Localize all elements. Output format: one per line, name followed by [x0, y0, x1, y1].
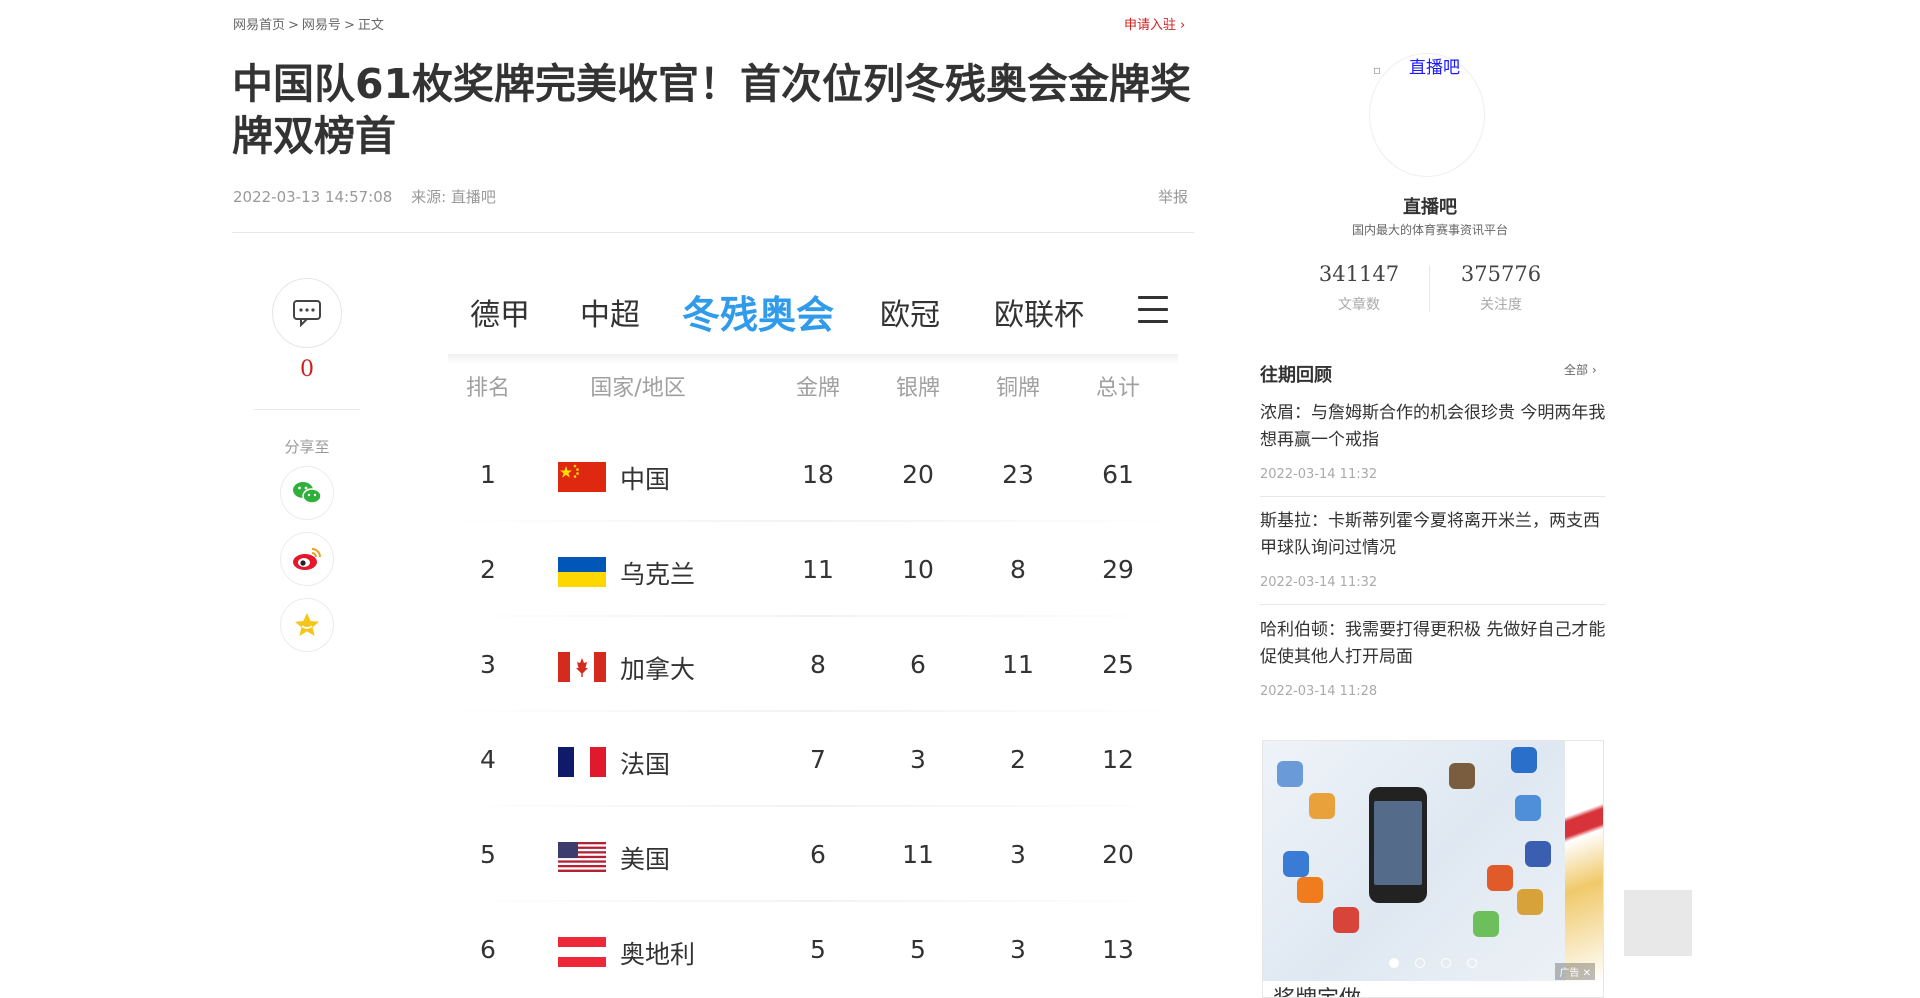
- ad-carousel[interactable]: 广告 ✕ 奖牌定做: [1262, 740, 1604, 998]
- social-divider: [254, 409, 360, 410]
- comment-button[interactable]: [272, 278, 342, 348]
- broken-image-icon: ▫: [1373, 63, 1382, 77]
- china-flag-icon: [558, 462, 606, 492]
- austria-flag-icon: [558, 937, 606, 967]
- avatar[interactable]: ▫ 直播吧: [1369, 49, 1489, 177]
- breadcrumb: 网易首页 > 网易号 > 正文: [233, 18, 384, 33]
- carousel-dot[interactable]: [1389, 958, 1399, 968]
- tab-csl: 中超: [580, 298, 640, 333]
- tab-shadow: [448, 354, 1178, 364]
- share-label: 分享至: [284, 438, 330, 456]
- review-date: 2022-03-14 11:32: [1260, 467, 1378, 482]
- share-favorite-button[interactable]: [280, 598, 334, 652]
- usa-flag-icon: [558, 842, 606, 872]
- share-weibo-button[interactable]: [280, 532, 334, 586]
- profile-name[interactable]: 直播吧: [1300, 193, 1560, 219]
- report-link[interactable]: 举报: [1158, 186, 1188, 207]
- medal-table-header: 排名 国家/地区 金牌 银牌 铜牌 总计: [448, 370, 1178, 414]
- apply-join-link[interactable]: 申请入驻 ›: [1124, 14, 1185, 33]
- past-reviews-all-link[interactable]: 全部 ›: [1564, 361, 1597, 378]
- header-rank: 排名: [465, 376, 510, 401]
- weibo-icon: [293, 548, 321, 570]
- france-flag-icon: [558, 747, 606, 777]
- chevron-right-icon: ›: [1180, 18, 1186, 33]
- past-reviews-title: 往期回顾: [1260, 365, 1332, 386]
- list-item[interactable]: 哈利伯顿：我需要打得更积极 先做好自己才能促使其他人打开局面 2022-03-1…: [1260, 617, 1606, 699]
- ad-caption[interactable]: 奖牌定做: [1273, 981, 1361, 997]
- star-icon: [295, 613, 319, 636]
- tab-fade: [1088, 270, 1128, 350]
- review-title[interactable]: 浓眉：与詹姆斯合作的机会很珍贵 今明两年我想再赢一个戒指: [1260, 400, 1606, 454]
- review-date: 2022-03-14 11:32: [1260, 575, 1378, 590]
- stat-followers: 375776 关注度: [1460, 262, 1542, 313]
- share-wechat-button[interactable]: [280, 466, 334, 520]
- review-date: 2022-03-14 11:28: [1260, 684, 1378, 699]
- tab-ucl: 欧冠: [880, 298, 940, 333]
- article-title: 中国队61枚奖牌完美收官！首次位列冬残奥会金牌奖牌双榜首: [232, 60, 1192, 160]
- header-silver: 银牌: [895, 376, 940, 401]
- table-row: 6 奥地利 5 5 3 13: [480, 935, 1134, 969]
- tab-paralympics: 冬残奥会: [682, 293, 835, 337]
- tab-uel: 欧联杯: [994, 298, 1084, 333]
- table-row: 1 中国 18 20 23 61: [480, 460, 1134, 494]
- title-divider: [232, 232, 1194, 233]
- phone-illustration: [1369, 787, 1427, 903]
- review-title[interactable]: 哈利伯顿：我需要打得更积极 先做好自己才能促使其他人打开局面: [1260, 617, 1606, 671]
- article-datetime: 2022-03-13 14:57:08: [233, 188, 393, 206]
- stat-divider: [1429, 266, 1430, 312]
- comment-count: 0: [300, 357, 314, 382]
- breadcrumb-current: 正文: [357, 18, 384, 33]
- wechat-icon: [293, 482, 322, 504]
- tab-bundesliga: 德甲: [470, 298, 530, 333]
- profile-description: 国内最大的体育赛事资讯平台: [1351, 223, 1508, 237]
- comment-bubble-icon: [293, 300, 321, 327]
- canada-flag-icon: [558, 652, 606, 682]
- table-row: 5 美国 6 11 3 20: [480, 840, 1134, 874]
- table-row: 4 法国 7 3 2 12: [480, 745, 1134, 779]
- back-to-top-button[interactable]: [1624, 890, 1692, 956]
- article-source: 来源: 直播吧: [411, 188, 496, 206]
- article-meta: 2022-03-13 14:57:08 来源: 直播吧: [233, 186, 510, 207]
- header-gold: 金牌: [795, 376, 840, 401]
- sport-tabs: 德甲 中超 冬残奥会 欧冠 欧联杯: [448, 270, 1178, 360]
- carousel-dots[interactable]: [1389, 953, 1493, 972]
- breadcrumb-home[interactable]: 网易首页: [233, 18, 285, 33]
- ad-close-tag[interactable]: 广告 ✕: [1555, 963, 1595, 980]
- medal-table-image: 德甲 中超 冬残奥会 欧冠 欧联杯 排名 国家/地区 金牌 银牌 铜牌 总计 1…: [448, 270, 1178, 998]
- ad-image: 广告 ✕: [1263, 741, 1603, 981]
- list-item[interactable]: 斯基拉：卡斯蒂列霍今夏将离开米兰，两支西甲球队询问过情况 2022-03-14 …: [1260, 508, 1606, 590]
- header-total: 总计: [1095, 376, 1140, 401]
- table-row: 2 乌克兰 11 10 8 29: [480, 555, 1134, 589]
- stat-articles: 341147 文章数: [1318, 262, 1400, 313]
- review-title[interactable]: 斯基拉：卡斯蒂列霍今夏将离开米兰，两支西甲球队询问过情况: [1260, 508, 1606, 562]
- breadcrumb-section[interactable]: 网易号: [302, 18, 341, 33]
- carousel-dot[interactable]: [1415, 958, 1425, 968]
- avatar-alt-text[interactable]: 直播吧: [1409, 53, 1460, 78]
- ukraine-flag-icon: [558, 557, 606, 587]
- table-row: 3 加拿大 8 6 11 25: [480, 650, 1134, 684]
- header-country: 国家/地区: [590, 376, 686, 401]
- carousel-dot[interactable]: [1467, 958, 1477, 968]
- hamburger-menu-icon: [1138, 296, 1168, 324]
- carousel-dot[interactable]: [1441, 958, 1451, 968]
- list-item[interactable]: 浓眉：与詹姆斯合作的机会很珍贵 今明两年我想再赢一个戒指 2022-03-14 …: [1260, 400, 1606, 482]
- header-bronze: 铜牌: [995, 376, 1040, 401]
